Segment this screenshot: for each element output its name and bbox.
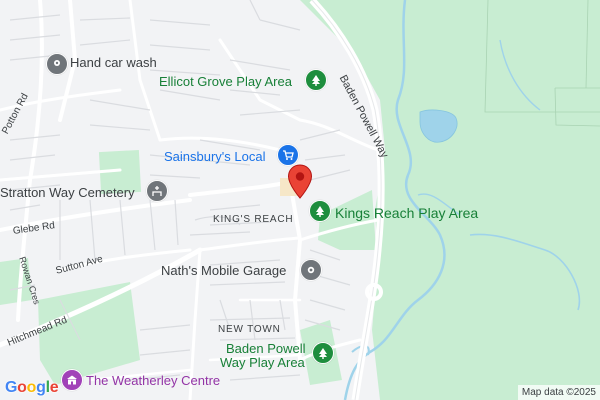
- hand-car-wash-label[interactable]: Hand car wash: [70, 55, 157, 70]
- baden-powell-play-label-line2[interactable]: Way Play Area: [220, 355, 305, 370]
- tree-icon[interactable]: [312, 342, 334, 364]
- weatherley-centre-label[interactable]: The Weatherley Centre: [86, 373, 220, 388]
- kings-reach-play-label[interactable]: Kings Reach Play Area: [335, 205, 478, 221]
- map-pin-icon[interactable]: [300, 259, 322, 281]
- car-wash-pin-icon[interactable]: [46, 53, 68, 75]
- google-logo-letter: g: [36, 379, 46, 396]
- naths-garage-label[interactable]: Nath's Mobile Garage: [161, 263, 286, 278]
- map-attribution[interactable]: Map data ©2025: [517, 385, 600, 400]
- tree-icon[interactable]: [309, 200, 331, 222]
- map-canvas[interactable]: Hand car wash Ellicot Grove Play Area Sa…: [0, 0, 600, 400]
- google-logo-letter: G: [5, 379, 18, 396]
- location-pin-icon[interactable]: [287, 164, 313, 200]
- building-icon[interactable]: [61, 369, 83, 391]
- google-logo-letter: e: [49, 379, 59, 396]
- google-logo: Google: [5, 379, 59, 397]
- google-logo-letter: o: [17, 379, 27, 396]
- tree-icon[interactable]: [305, 69, 327, 91]
- stratton-cemetery-label[interactable]: Stratton Way Cemetery: [0, 185, 135, 200]
- cemetery-icon[interactable]: [146, 180, 168, 202]
- google-logo-letter: o: [26, 379, 37, 396]
- new-town-area-label: NEW TOWN: [218, 324, 281, 335]
- sainsburys-label[interactable]: Sainsbury's Local: [164, 149, 265, 164]
- kings-reach-area-label: KING'S REACH: [213, 214, 294, 225]
- baden-powell-play-label-line1[interactable]: Baden Powell: [226, 341, 306, 356]
- shopping-cart-icon[interactable]: [277, 144, 299, 166]
- ellicot-grove-label[interactable]: Ellicot Grove Play Area: [159, 74, 292, 89]
